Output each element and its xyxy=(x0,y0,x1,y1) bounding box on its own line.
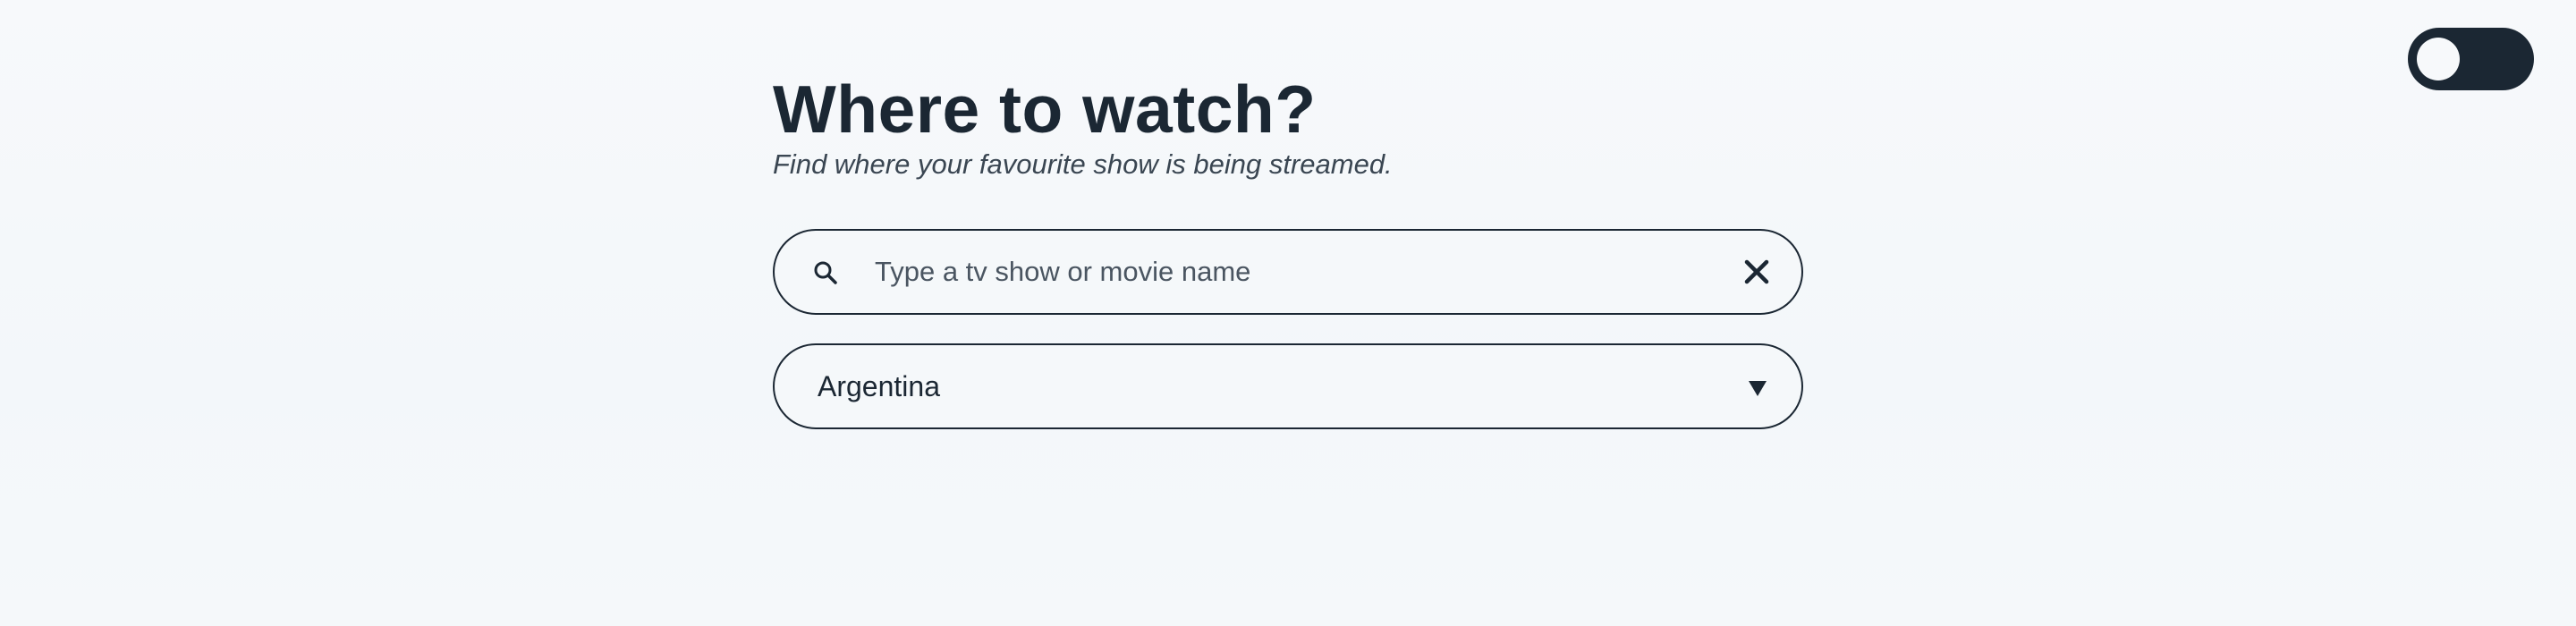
country-select-value: Argentina xyxy=(818,370,940,402)
country-select[interactable]: Argentina xyxy=(773,343,1803,429)
page-subtitle: Find where your favourite show is being … xyxy=(773,148,1393,180)
toggle-knob xyxy=(2417,38,2460,80)
close-icon[interactable] xyxy=(1739,254,1775,290)
search-icon xyxy=(812,259,839,286)
search-box[interactable] xyxy=(773,229,1803,315)
triangle-down-icon xyxy=(1748,379,1767,397)
search-input[interactable] xyxy=(875,245,1662,299)
theme-toggle[interactable] xyxy=(2408,28,2534,90)
page-title: Where to watch? xyxy=(773,72,1317,147)
